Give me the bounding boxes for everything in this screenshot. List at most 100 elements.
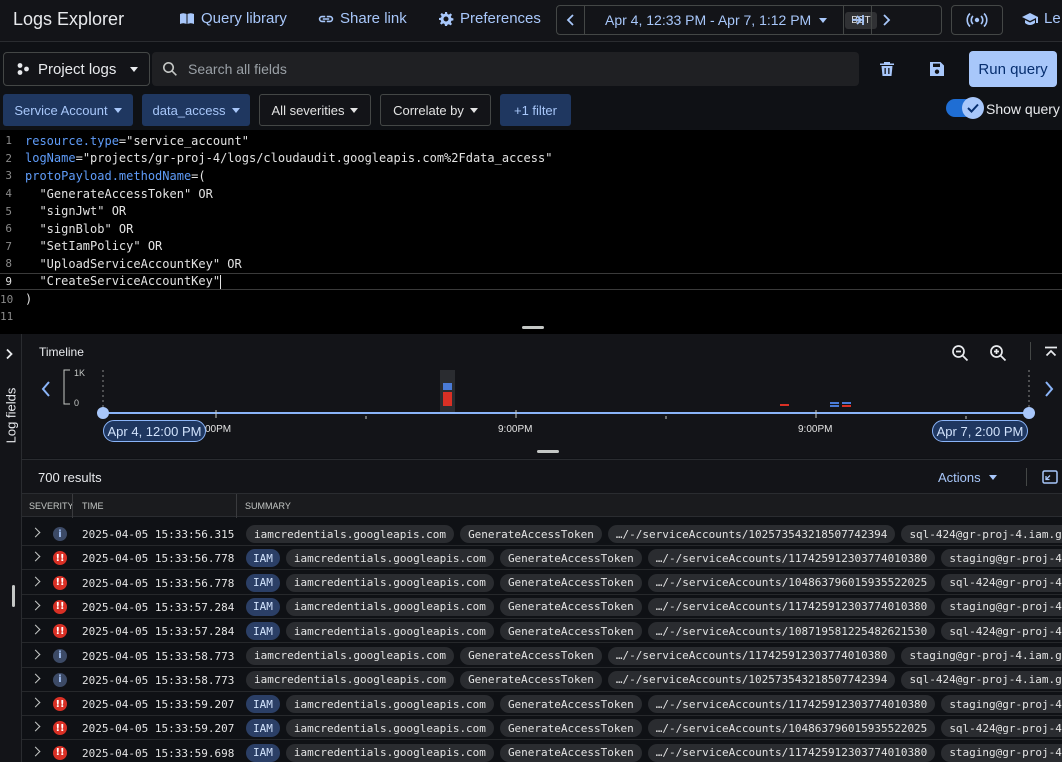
- summary-chip-principal[interactable]: sql-424@gr-proj-4.iam.gse…: [901, 525, 1062, 543]
- summary-chip-resource[interactable]: …/-/serviceAccounts/10257354321850774239…: [607, 525, 896, 543]
- summary-chip-service[interactable]: iamcredentials.googleapis.com: [285, 743, 494, 762]
- summary-chip-method[interactable]: GenerateAccessToken: [499, 597, 642, 616]
- expand-row-icon[interactable]: [30, 721, 41, 732]
- time-prev-button[interactable]: [557, 6, 585, 34]
- editor-resize-handle[interactable]: [522, 326, 544, 329]
- summary-chip-method[interactable]: GenerateAccessToken: [499, 549, 642, 568]
- column-severity[interactable]: SEVERITY: [29, 501, 74, 511]
- column-summary[interactable]: SUMMARY: [245, 501, 291, 511]
- timeline-start-pill[interactable]: Apr 4, 12:00 PM: [103, 420, 206, 442]
- summary-chip-service[interactable]: iamcredentials.googleapis.com: [285, 719, 494, 738]
- filter-chip-data-access[interactable]: data_access: [142, 94, 250, 126]
- expand-row-icon[interactable]: [30, 624, 41, 635]
- summary-chip-service[interactable]: iamcredentials.googleapis.com: [246, 525, 455, 543]
- summary-chip-method[interactable]: GenerateAccessToken: [460, 525, 602, 543]
- timeline-end-pill[interactable]: Apr 7, 2:00 PM: [932, 420, 1028, 442]
- expand-row-icon[interactable]: [30, 576, 41, 587]
- summary-chip-service[interactable]: iamcredentials.googleapis.com: [246, 670, 455, 689]
- summary-chip-resource[interactable]: …/-/serviceAccounts/11742591230377401038…: [647, 743, 936, 762]
- stream-logs-button[interactable]: [951, 5, 1003, 35]
- filter-chip-service-account[interactable]: Service Account: [3, 94, 133, 126]
- summary-chip-method[interactable]: GenerateAccessToken: [499, 719, 642, 738]
- table-row[interactable]: !! 2025-04-05 15:33:57.284 IAM iamcredentia…: [22, 594, 1062, 619]
- editor-line[interactable]: 4 "GenerateAccessToken" OR: [0, 185, 1062, 203]
- summary-chip-principal[interactable]: sql-424@gr-proj-4.iam.gse…: [901, 670, 1062, 689]
- expand-row-icon[interactable]: [30, 649, 41, 659]
- editor-line[interactable]: 9 "CreateServiceAccountKey": [0, 272, 1062, 291]
- log-fields-label[interactable]: Log fields: [4, 385, 19, 447]
- expand-panel-icon[interactable]: [1042, 470, 1058, 484]
- query-editor[interactable]: 1 resource.type="service_account" 2 logName…: [0, 130, 1062, 334]
- summary-chip-service[interactable]: iamcredentials.googleapis.com: [285, 597, 494, 616]
- summary-chip-method[interactable]: GenerateAccessToken: [460, 670, 602, 689]
- time-range-dropdown[interactable]: Apr 4, 12:33 PM - Apr 7, 1:12 PM BST: [585, 6, 877, 34]
- editor-line[interactable]: 2 logName="projects/gr-proj-4/logs/clouda…: [0, 150, 1062, 168]
- table-row[interactable]: i 2025-04-05 15:33:56.315 iamcredentials.g…: [22, 522, 1062, 546]
- summary-chip-method[interactable]: GenerateAccessToken: [499, 622, 642, 641]
- summary-chip-resource[interactable]: …/-/serviceAccounts/10486379601593552202…: [647, 573, 936, 592]
- iam-tag[interactable]: IAM: [246, 597, 280, 616]
- summary-chip-method[interactable]: GenerateAccessToken: [499, 573, 642, 592]
- editor-line[interactable]: 1 resource.type="service_account": [0, 132, 1062, 150]
- summary-chip-resource[interactable]: …/-/serviceAccounts/11742591230377401038…: [647, 597, 936, 616]
- summary-chip-service[interactable]: iamcredentials.googleapis.com: [285, 549, 494, 568]
- table-row[interactable]: !! 2025-04-05 15:33:56.778 IAM iamcredentia…: [22, 570, 1062, 595]
- editor-line[interactable]: 5 "signJwt" OR: [0, 202, 1062, 220]
- jump-to-now-button[interactable]: [844, 6, 872, 34]
- table-row[interactable]: i 2025-04-05 15:33:58.773 iamcredentials.g…: [22, 667, 1062, 692]
- editor-line[interactable]: 8 "UploadServiceAccountKey" OR: [0, 255, 1062, 273]
- actions-dropdown[interactable]: Actions: [938, 470, 997, 485]
- query-library-link[interactable]: Query library: [179, 10, 287, 27]
- expand-row-icon[interactable]: [30, 746, 41, 757]
- filter-chip-correlate-by[interactable]: Correlate by: [380, 94, 491, 126]
- iam-tag[interactable]: IAM: [246, 695, 280, 714]
- show-query-toggle[interactable]: [946, 97, 984, 119]
- share-link-link[interactable]: Share link: [318, 10, 407, 27]
- summary-chip-method[interactable]: GenerateAccessToken: [499, 695, 642, 714]
- column-time[interactable]: TIME: [82, 501, 104, 511]
- iam-tag[interactable]: IAM: [246, 573, 280, 592]
- summary-chip-principal[interactable]: staging@gr-proj-4.iam: [941, 695, 1062, 714]
- summary-chip-service[interactable]: iamcredentials.googleapis.com: [285, 695, 494, 714]
- editor-line[interactable]: 3 protoPayload.methodName=(: [0, 167, 1062, 185]
- time-next-button[interactable]: [872, 6, 899, 34]
- filter-chip-more[interactable]: +1 filter: [500, 94, 571, 126]
- summary-chip-resource[interactable]: …/-/serviceAccounts/10257354321850774239…: [607, 670, 896, 689]
- editor-line[interactable]: 6 "signBlob" OR: [0, 220, 1062, 238]
- expand-row-icon[interactable]: [30, 600, 41, 611]
- summary-chip-resource[interactable]: …/-/serviceAccounts/10871958122548262153…: [647, 622, 936, 641]
- iam-tag[interactable]: IAM: [246, 719, 280, 738]
- iam-tag[interactable]: IAM: [246, 622, 280, 641]
- iam-tag[interactable]: IAM: [246, 549, 280, 568]
- summary-chip-resource[interactable]: …/-/serviceAccounts/11742591230377401038…: [647, 549, 936, 568]
- expand-row-icon[interactable]: [30, 527, 41, 538]
- summary-chip-method[interactable]: GenerateAccessToken: [499, 743, 642, 762]
- summary-chip-service[interactable]: iamcredentials.googleapis.com: [285, 573, 494, 592]
- table-row[interactable]: !! 2025-04-05 15:33:59.207 IAM iamcredentia…: [22, 716, 1062, 741]
- learn-link[interactable]: Le: [1022, 10, 1061, 27]
- editor-line[interactable]: 10): [0, 290, 1062, 308]
- summary-chip-resource[interactable]: …/-/serviceAccounts/11742591230377401038…: [607, 646, 896, 665]
- summary-chip-resource[interactable]: …/-/serviceAccounts/11742591230377401038…: [647, 695, 936, 714]
- table-row[interactable]: !! 2025-04-05 15:33:59.698 IAM iamcredentia…: [22, 740, 1062, 762]
- summary-chip-service[interactable]: iamcredentials.googleapis.com: [246, 646, 455, 665]
- editor-line[interactable]: 11: [0, 308, 1062, 326]
- timeline-resize-handle[interactable]: [537, 450, 559, 453]
- iam-tag[interactable]: IAM: [246, 743, 280, 762]
- summary-chip-principal[interactable]: staging@gr-proj-4.iam: [941, 597, 1062, 616]
- run-query-button[interactable]: Run query: [969, 51, 1057, 87]
- summary-chip-service[interactable]: iamcredentials.googleapis.com: [285, 622, 494, 641]
- search-field[interactable]: Search all fields: [152, 52, 859, 86]
- clear-query-button[interactable]: [876, 58, 898, 80]
- summary-chip-principal[interactable]: sql-424@gr-proj-4.iam: [941, 573, 1062, 592]
- table-row[interactable]: i 2025-04-05 15:33:58.773 iamcredentials.g…: [22, 643, 1062, 668]
- project-logs-dropdown[interactable]: Project logs: [3, 52, 150, 86]
- preferences-link[interactable]: Preferences: [438, 10, 541, 27]
- save-query-button[interactable]: [926, 58, 948, 80]
- summary-chip-method[interactable]: GenerateAccessToken: [460, 646, 602, 665]
- summary-chip-resource[interactable]: …/-/serviceAccounts/10486379601593552202…: [647, 719, 936, 738]
- summary-chip-principal[interactable]: staging@gr-proj-4.iam: [941, 549, 1062, 568]
- summary-chip-principal[interactable]: staging@gr-proj-4.iam: [941, 743, 1062, 762]
- expand-row-icon[interactable]: [30, 551, 41, 562]
- table-row[interactable]: !! 2025-04-05 15:33:57.284 IAM iamcredentia…: [22, 619, 1062, 644]
